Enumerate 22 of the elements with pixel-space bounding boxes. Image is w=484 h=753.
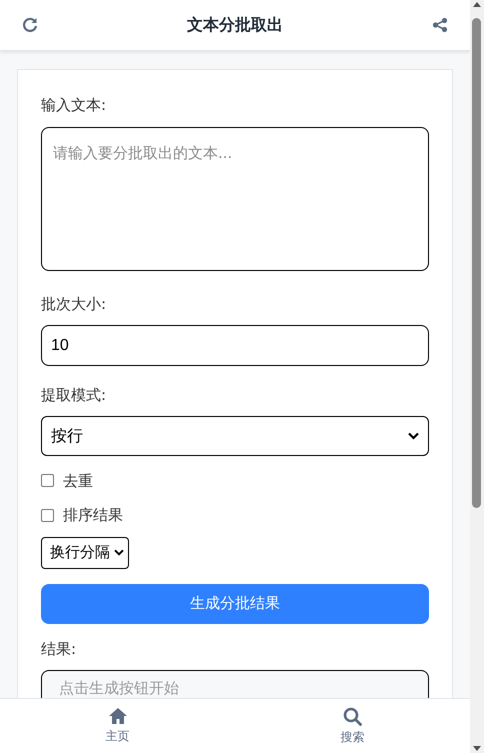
checkbox-label: 去重	[63, 470, 93, 492]
share-icon[interactable]	[432, 17, 448, 33]
mode-select[interactable]: 按行	[41, 416, 429, 456]
field-label: 提取模式:	[41, 385, 108, 406]
field-label: 批次大小:	[41, 294, 108, 314]
refresh-icon[interactable]	[22, 17, 38, 33]
home-icon	[108, 707, 128, 725]
field-label: 输入文本:	[41, 95, 108, 116]
field-label: 结果:	[41, 638, 78, 660]
separator-select[interactable]: 换行分隔	[41, 536, 129, 568]
checkbox[interactable]	[41, 474, 54, 488]
chevron-down-icon	[114, 549, 124, 556]
nav-item[interactable]: 搜索	[340, 728, 364, 746]
search-icon	[343, 706, 362, 726]
generate-button[interactable]: 生成分批结果	[41, 584, 429, 624]
checkbox[interactable]	[41, 508, 54, 522]
chevron-down-icon	[408, 432, 419, 440]
checkbox-label: 排序结果	[63, 505, 123, 526]
nav-item[interactable]: 主页	[106, 727, 130, 745]
number-input[interactable]: 10	[41, 325, 429, 366]
page-title: 文本分批取出	[187, 14, 283, 36]
text-input[interactable]: 请输入要分批取出的文本...	[41, 126, 429, 270]
